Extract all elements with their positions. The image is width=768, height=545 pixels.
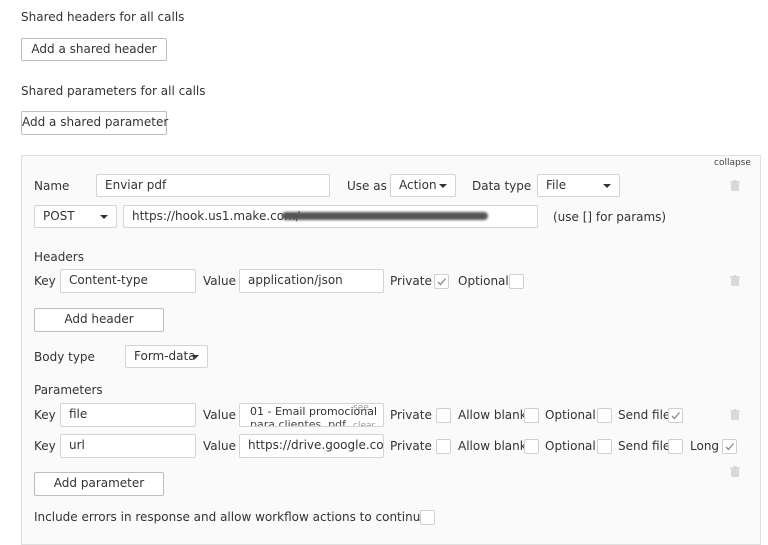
header-key-label: Key <box>34 274 56 288</box>
data-type-value: File <box>546 178 567 192</box>
include-errors-checkbox[interactable] <box>420 510 435 525</box>
url-text: https://hook.us1.make.com/ <box>132 209 300 223</box>
redacted-url-mark <box>282 212 488 220</box>
check-icon <box>671 412 680 420</box>
parameters-label: Parameters <box>34 383 103 397</box>
param-send-file-checkbox[interactable] <box>668 408 683 423</box>
param-optional-label: Optional <box>545 408 596 422</box>
header-value-label: Value <box>203 274 236 288</box>
param-optional-label: Optional <box>545 439 596 453</box>
use-as-label: Use as <box>347 179 387 193</box>
body-type-dropdown[interactable]: Form-data <box>125 345 208 368</box>
trash-icon[interactable] <box>729 409 741 421</box>
shared-params-label: Shared parameters for all calls <box>21 84 206 98</box>
param-send-file-checkbox[interactable] <box>668 439 683 454</box>
param-private-label: Private <box>390 408 432 422</box>
caret-down-icon <box>100 215 108 219</box>
param-value-label: Value <box>203 439 236 453</box>
name-label: Name <box>34 179 70 193</box>
shared-headers-label: Shared headers for all calls <box>21 10 185 24</box>
param-value-label: Value <box>203 408 236 422</box>
body-type-value: Form-data <box>134 349 196 363</box>
param-optional-checkbox[interactable] <box>597 439 612 454</box>
collapse-link[interactable]: collapse <box>714 158 751 168</box>
trash-icon[interactable] <box>729 180 741 192</box>
method-dropdown[interactable]: POST <box>34 205 117 228</box>
param-key-label: Key <box>34 439 56 453</box>
param-file-name-line2: para clientes .pdf <box>250 418 347 427</box>
param-allow-blank-checkbox[interactable] <box>524 408 539 423</box>
method-value: POST <box>43 209 75 223</box>
include-errors-label: Include errors in response and allow wor… <box>34 510 428 524</box>
use-as-dropdown[interactable]: Action <box>390 174 456 197</box>
param-long-checkbox[interactable] <box>722 439 737 454</box>
param-allow-blank-checkbox[interactable] <box>524 439 539 454</box>
param-send-file-label: Send file <box>618 439 671 453</box>
add-parameter-button[interactable]: Add parameter <box>34 472 164 496</box>
header-key-input[interactable]: Content-type <box>60 269 196 293</box>
check-icon <box>725 443 734 451</box>
param-private-label: Private <box>390 439 432 453</box>
add-header-button[interactable]: Add header <box>34 308 164 332</box>
param-private-checkbox[interactable] <box>436 439 451 454</box>
param-allow-blank-label: Allow blank <box>458 439 527 453</box>
param-file-value-input[interactable]: 01 - Email promocional para clientes .pd… <box>239 403 384 427</box>
header-optional-checkbox[interactable] <box>509 274 524 289</box>
param-url-value-input[interactable]: https://drive.google.com/ <box>239 434 384 458</box>
param-key-input[interactable]: url <box>60 434 196 458</box>
caret-down-icon <box>191 355 199 359</box>
caret-down-icon <box>603 184 611 188</box>
body-type-label: Body type <box>34 350 95 364</box>
use-as-value: Action <box>399 178 437 192</box>
caret-down-icon <box>439 184 447 188</box>
name-input[interactable]: Enviar pdf <box>96 174 330 197</box>
header-private-checkbox[interactable] <box>434 274 449 289</box>
data-type-dropdown[interactable]: File <box>537 174 620 197</box>
header-value-input[interactable]: application/json <box>239 269 384 293</box>
param-allow-blank-label: Allow blank <box>458 408 527 422</box>
param-private-checkbox[interactable] <box>436 408 451 423</box>
param-long-label: Long <box>690 439 720 453</box>
param-optional-checkbox[interactable] <box>597 408 612 423</box>
data-type-label: Data type <box>472 179 532 193</box>
check-icon <box>437 278 446 286</box>
param-key-label: Key <box>34 408 56 422</box>
add-shared-header-button[interactable]: Add a shared header <box>21 38 167 61</box>
add-shared-parameter-button[interactable]: Add a shared parameter <box>21 111 168 135</box>
header-private-label: Private <box>390 274 432 288</box>
trash-icon[interactable] <box>729 466 741 478</box>
header-optional-label: Optional <box>458 274 509 288</box>
param-send-file-label: Send file <box>618 408 671 422</box>
url-hint: (use [] for params) <box>553 210 667 224</box>
trash-icon[interactable] <box>729 275 741 287</box>
param-key-input[interactable]: file <box>60 403 196 427</box>
clear-link[interactable]: clear <box>353 416 375 426</box>
headers-label: Headers <box>34 250 84 264</box>
